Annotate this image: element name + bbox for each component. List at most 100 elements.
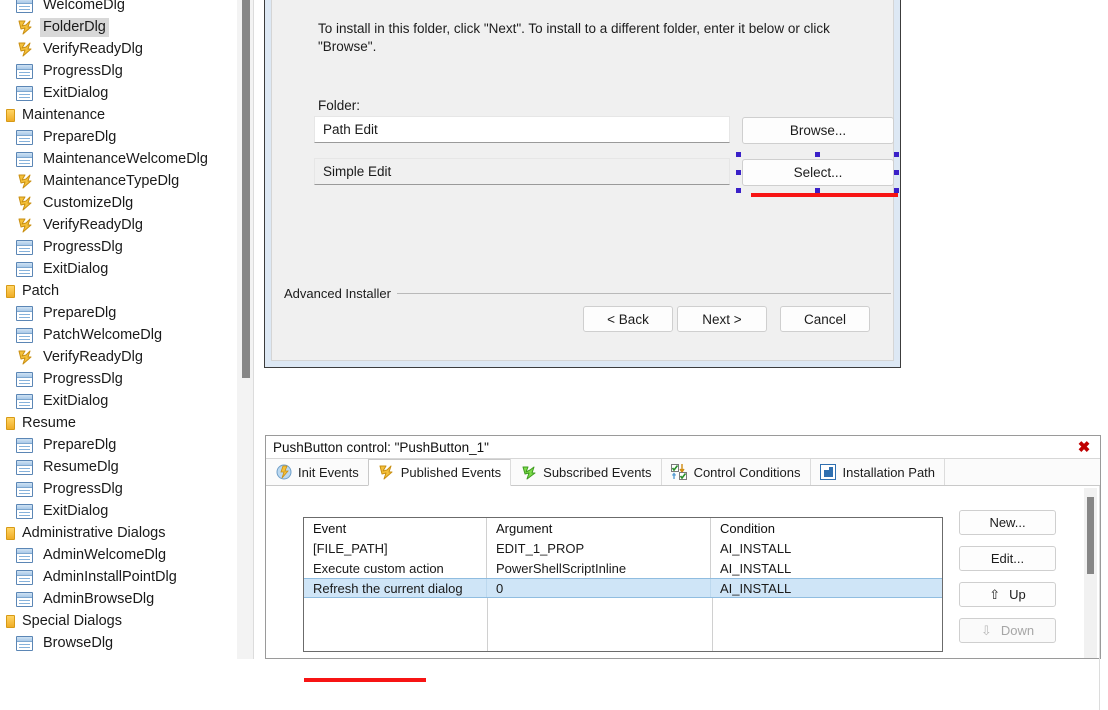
button-label: New... (989, 515, 1026, 530)
tree-item-exitdialog[interactable]: ExitDialog (0, 500, 243, 522)
grid-column-header[interactable]: Argument (487, 518, 711, 538)
tree-item-label: Administrative Dialogs (22, 524, 166, 541)
tree-item-exitdialog[interactable]: ExitDialog (0, 258, 243, 280)
close-icon[interactable]: ✖ (1076, 438, 1092, 456)
grid-column-header[interactable]: Condition (711, 518, 942, 538)
lightning-icon (16, 20, 33, 35)
events-action-buttons[interactable]: New... Edit... ⇧ Up ⇩ Down (959, 510, 1056, 654)
simple-edit-field[interactable]: Simple Edit (314, 158, 730, 185)
tree-item-label: AdminWelcomeDlg (43, 546, 167, 563)
dialog-brand-label: Advanced Installer (284, 286, 397, 301)
path-edit-field[interactable]: Path Edit (314, 116, 730, 143)
grid-row[interactable]: Refresh the current dialog 0 AI_INSTALL (304, 578, 942, 598)
grid-cell-argument: EDIT_1_PROP (487, 538, 711, 558)
tree-item-verifyreadydlg[interactable]: VerifyReadyDlg (0, 214, 243, 236)
tree-item-preparedlg[interactable]: PrepareDlg (0, 434, 243, 456)
grid-cell-argument: PowerShellScriptInline (487, 558, 711, 578)
dialogs-tree-panel: WelcomeDlg FolderDlg VerifyReadyDlg Progres… (0, 0, 243, 659)
dialog-icon (16, 63, 33, 79)
tree-item-preparedlg[interactable]: PrepareDlg (0, 302, 243, 324)
tab-published-events[interactable]: Published Events (367, 459, 512, 486)
tree-item-resumedlg[interactable]: ResumeDlg (0, 456, 243, 478)
dialog-icon (16, 151, 33, 167)
cancel-button[interactable]: Cancel (780, 306, 870, 332)
tab-control-conditions[interactable]: Control Conditions (660, 459, 811, 485)
grid-column-header[interactable]: Event (304, 518, 487, 538)
subscribed-events-icon (520, 464, 537, 480)
up-button[interactable]: ⇧ Up (959, 582, 1056, 607)
tree-item-patchwelcomedlg[interactable]: PatchWelcomeDlg (0, 324, 243, 346)
panel-right-edge (1099, 486, 1100, 710)
dialog-icon (16, 305, 33, 321)
edit-button[interactable]: Edit... (959, 546, 1056, 571)
tree-item-patch[interactable]: Patch (0, 280, 243, 302)
panel-tabs[interactable]: Init Events Published Events Subscribed Ev… (266, 459, 1100, 486)
tree-item-folderdlg[interactable]: FolderDlg (0, 16, 243, 38)
tree-item-browsedlg[interactable]: BrowseDlg (0, 632, 243, 654)
tree-item-progressdlg[interactable]: ProgressDlg (0, 478, 243, 500)
tree-item-maintenance[interactable]: Maintenance (0, 104, 243, 126)
dialog-icon (16, 327, 33, 343)
tree-item-label: VerifyReadyDlg (43, 348, 143, 365)
tree-item-exitdialog[interactable]: ExitDialog (0, 82, 243, 104)
tree-item-customizedlg[interactable]: CustomizeDlg (0, 192, 243, 214)
tree-item-adminbrowsedlg[interactable]: AdminBrowseDlg (0, 588, 243, 610)
dialog-icon (16, 85, 33, 101)
tree-item-label: Patch (22, 282, 60, 299)
dialog-icon (16, 371, 33, 387)
init-events-icon (275, 464, 292, 480)
tab-subscribed-events[interactable]: Subscribed Events (510, 459, 662, 485)
tree-vertical-scrollbar[interactable] (237, 0, 254, 659)
tree-item-progressdlg[interactable]: ProgressDlg (0, 368, 243, 390)
selection-handle-middle-left[interactable] (736, 170, 741, 175)
tree-item-progressdlg[interactable]: ProgressDlg (0, 60, 243, 82)
next-button[interactable]: Next > (677, 306, 767, 332)
down-button: ⇩ Down (959, 618, 1056, 643)
panel-vertical-scrollbar[interactable] (1084, 488, 1097, 658)
tree-item-exitdialog[interactable]: ExitDialog (0, 390, 243, 412)
tree-item-special-dialogs[interactable]: Special Dialogs (0, 610, 243, 632)
tree-item-adminwelcomedlg[interactable]: AdminWelcomeDlg (0, 544, 243, 566)
published-events-icon (378, 465, 395, 481)
tree-item-preparedlg[interactable]: PrepareDlg (0, 126, 243, 148)
tab-label: Control Conditions (693, 464, 801, 480)
grid-filler-col-1 (304, 598, 488, 651)
folder-icon (6, 526, 15, 540)
tree-item-label: WelcomeDlg (43, 0, 125, 13)
tree-item-verifyreadydlg[interactable]: VerifyReadyDlg (0, 38, 243, 60)
tree-item-resume[interactable]: Resume (0, 412, 243, 434)
dialog-icon (16, 459, 33, 475)
selection-handle-top-center[interactable] (815, 152, 820, 157)
select-button[interactable]: Select... (742, 159, 894, 186)
tab-init-events[interactable]: Init Events (266, 459, 369, 485)
tree-item-administrative-dialogs[interactable]: Administrative Dialogs (0, 522, 243, 544)
tree-item-maintenancetypedlg[interactable]: MaintenanceTypeDlg (0, 170, 243, 192)
new-button[interactable]: New... (959, 510, 1056, 535)
panel-content: Event Argument Condition [FILE_PATH] EDIT_1_… (266, 486, 1100, 710)
tree-item-label: Maintenance (22, 106, 106, 123)
dialogs-tree-list[interactable]: WelcomeDlg FolderDlg VerifyReadyDlg Progres… (0, 0, 243, 654)
tree-item-welcomedlg[interactable]: WelcomeDlg (0, 0, 243, 16)
tree-scrollbar-thumb[interactable] (242, 0, 250, 378)
lightning-icon (16, 218, 33, 233)
selection-handle-middle-right[interactable] (894, 170, 899, 175)
browse-button[interactable]: Browse... (742, 117, 894, 144)
tree-item-progressdlg[interactable]: ProgressDlg (0, 236, 243, 258)
selection-handle-top-right[interactable] (894, 152, 899, 157)
selection-handle-top-left[interactable] (736, 152, 741, 157)
tree-item-label: MaintenanceTypeDlg (43, 172, 180, 189)
selection-handle-bottom-left[interactable] (736, 188, 741, 193)
tab-installation-path[interactable]: Installation Path (809, 459, 946, 485)
tree-item-verifyreadydlg[interactable]: VerifyReadyDlg (0, 346, 243, 368)
panel-scrollbar-thumb[interactable] (1087, 497, 1094, 574)
button-label: Up (1009, 587, 1026, 602)
grid-row[interactable]: Execute custom action PowerShellScriptInl… (304, 558, 942, 578)
events-grid[interactable]: Event Argument Condition [FILE_PATH] EDIT_1_… (303, 517, 943, 652)
tree-item-label: ProgressDlg (43, 370, 123, 387)
tab-label: Installation Path (842, 464, 936, 480)
tree-item-maintenancewelcomedlg[interactable]: MaintenanceWelcomeDlg (0, 148, 243, 170)
dialog-description-text: To install in this folder, click "Next".… (318, 21, 830, 54)
tree-item-admininstallpointdlg[interactable]: AdminInstallPointDlg (0, 566, 243, 588)
grid-row[interactable]: [FILE_PATH] EDIT_1_PROP AI_INSTALL (304, 538, 942, 558)
back-button[interactable]: < Back (583, 306, 673, 332)
